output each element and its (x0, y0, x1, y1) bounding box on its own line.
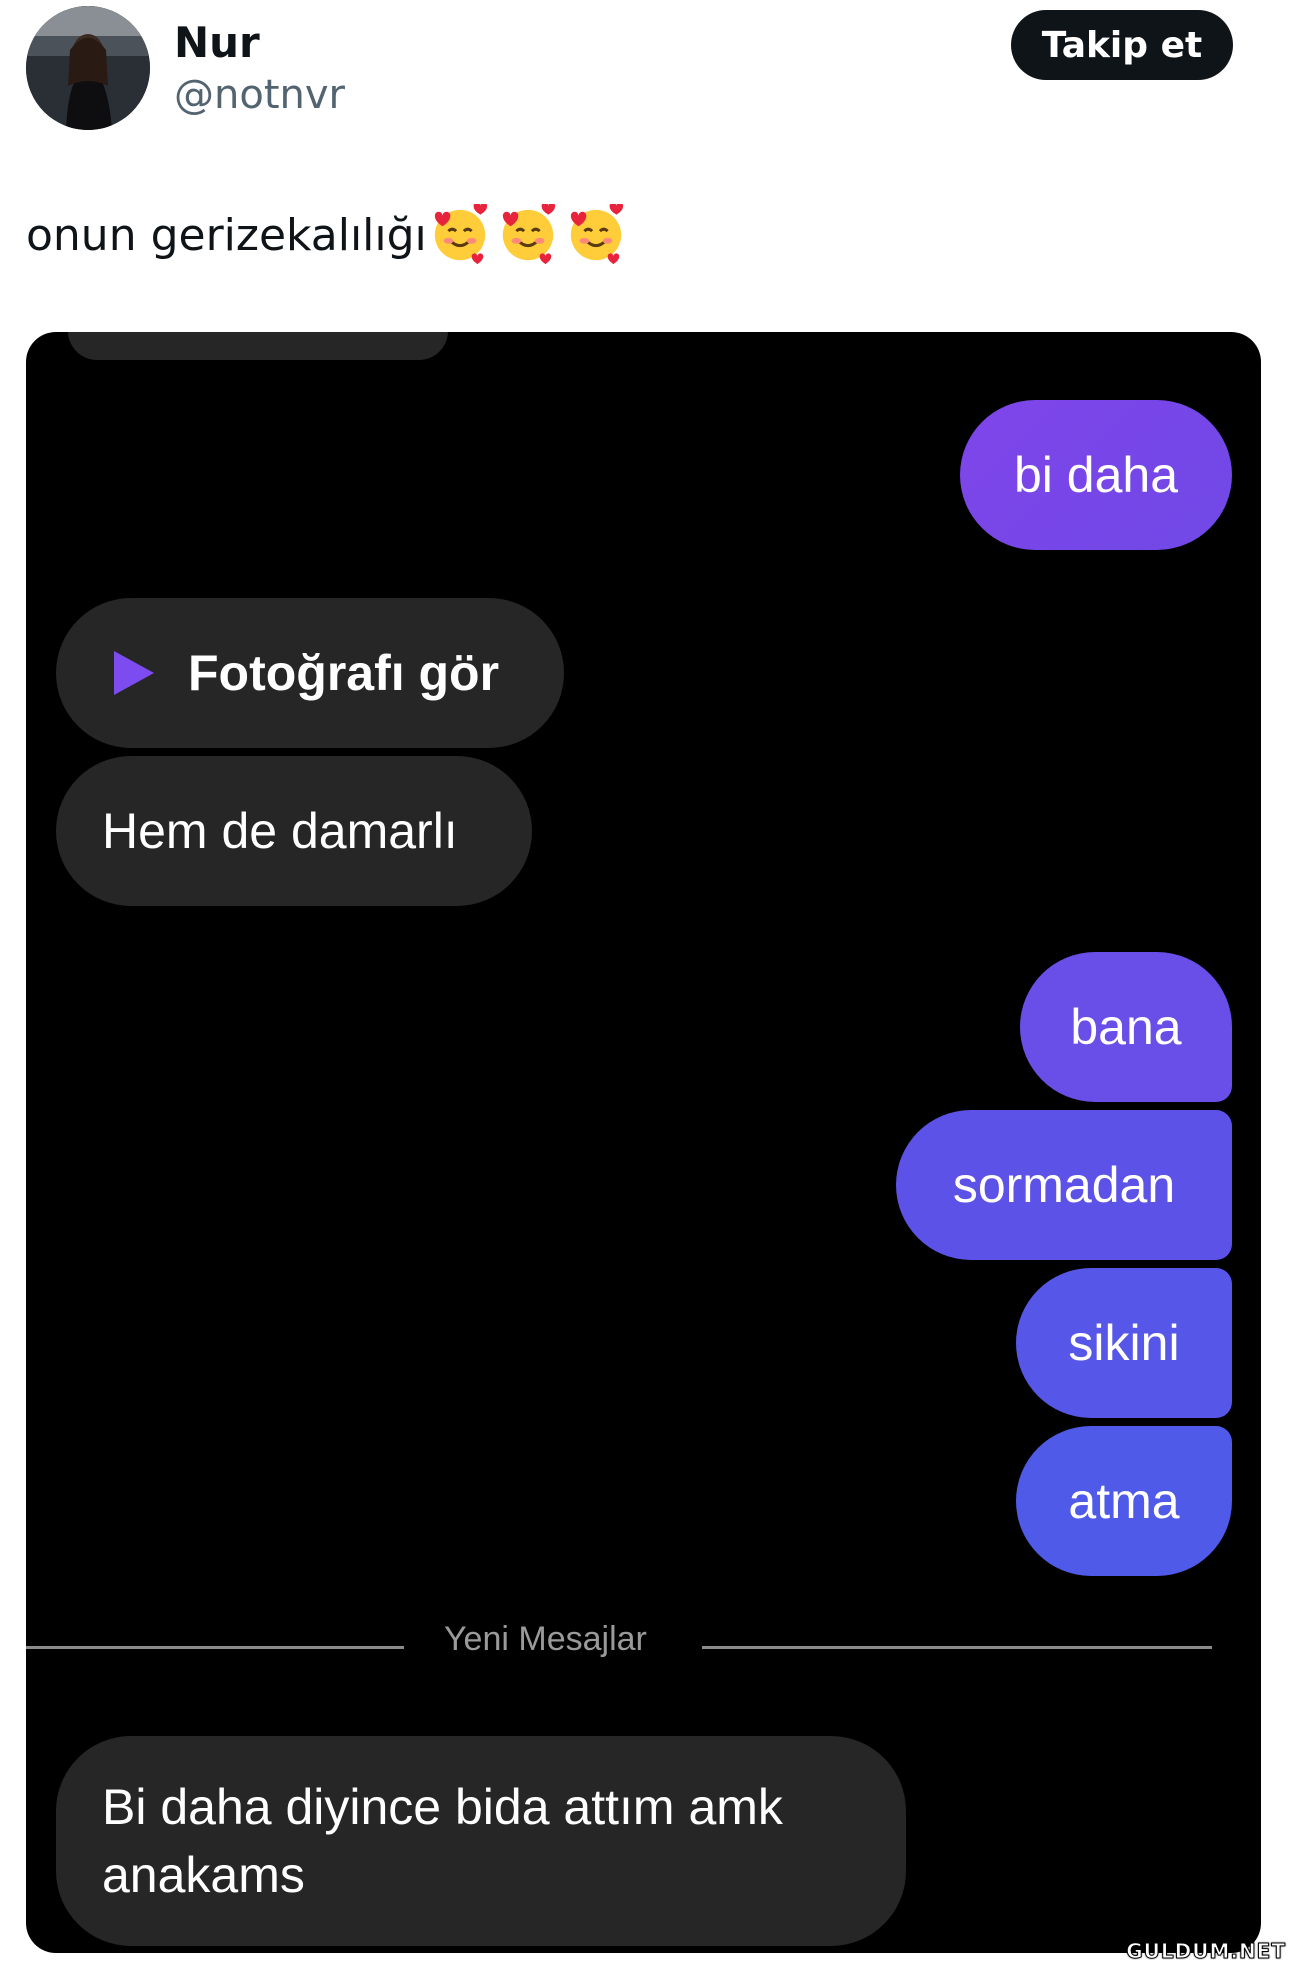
message-text: sikini (1068, 1315, 1180, 1371)
incoming-message: Hem de damarlı (56, 756, 532, 906)
smiling-face-with-hearts-icon (427, 204, 627, 266)
divider-line-right (702, 1646, 1212, 1649)
avatar[interactable] (26, 6, 150, 130)
outgoing-message: bi daha (960, 400, 1232, 550)
follow-button[interactable]: Takip et (1011, 10, 1233, 80)
user-handle[interactable]: @notnvr (174, 72, 345, 118)
message-text: sormadan (952, 1157, 1176, 1213)
message-text: Bi daha diyince bida attım amk anakams (102, 1779, 783, 1903)
chat-screenshot[interactable]: bi daha Fotoğrafı gör Hem de damarlı ban… (26, 332, 1261, 1953)
photo-message[interactable]: Fotoğrafı gör (56, 598, 564, 748)
display-name[interactable]: Nur (174, 18, 260, 67)
watermark: GULDUM.NET (1126, 1939, 1286, 1964)
tweet-text: onun gerizekalılığı (26, 204, 627, 266)
play-icon (114, 651, 154, 695)
outgoing-message: sikini (1016, 1268, 1232, 1418)
message-text: Hem de damarlı (102, 803, 458, 859)
outgoing-message: atma (1016, 1426, 1232, 1576)
message-text: bana (1070, 999, 1182, 1055)
outgoing-message: sormadan (896, 1110, 1232, 1260)
new-messages-divider: Yeni Mesajlar (444, 1620, 647, 1658)
divider-line-left (26, 1646, 404, 1649)
previous-message-bubble (68, 332, 448, 360)
message-text: bi daha (1013, 447, 1179, 503)
outgoing-message: bana (1020, 952, 1232, 1102)
message-text: atma (1068, 1473, 1180, 1529)
tweet-text-content: onun gerizekalılığı (26, 209, 427, 261)
incoming-message: Bi daha diyince bida attım amk anakams (56, 1736, 906, 1946)
message-text: Fotoğrafı gör (188, 645, 500, 701)
